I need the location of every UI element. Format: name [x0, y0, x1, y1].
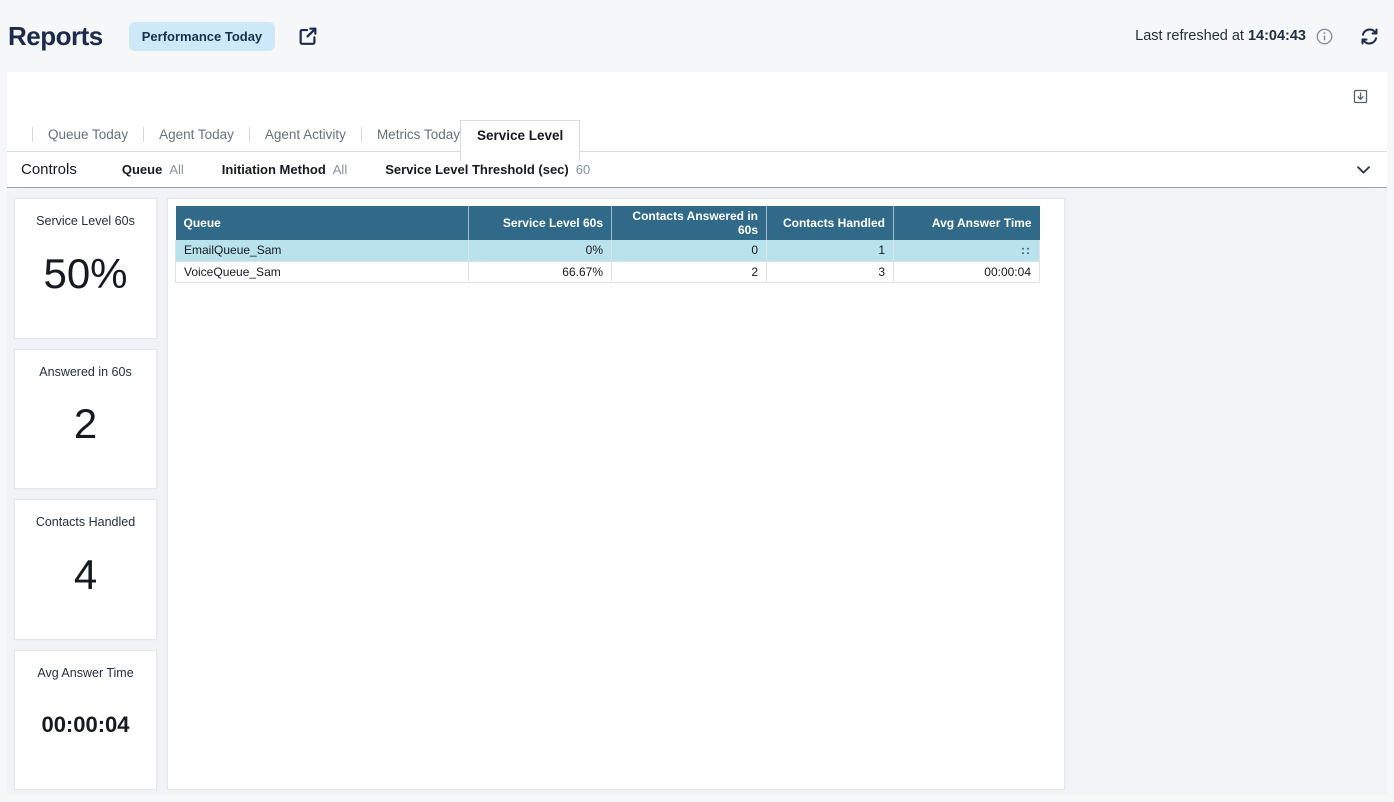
open-in-new-window-button[interactable] — [297, 25, 319, 47]
column-header-avg-answer-time[interactable]: Avg Answer Time — [894, 206, 1040, 240]
tab-label: Agent Activity — [265, 127, 346, 142]
cell-avg-answer-time: 00:00:04 — [894, 261, 1040, 282]
column-header-contacts-handled[interactable]: Contacts Handled — [767, 206, 894, 240]
chevron-down-icon — [1354, 160, 1373, 179]
cell-contacts-handled: 3 — [767, 261, 894, 282]
service-level-table: Queue Service Level 60s Contacts Answere… — [175, 206, 1040, 283]
cell-contacts-answered: 0 — [612, 240, 767, 261]
refresh-icon — [1359, 26, 1380, 47]
filter-label: Queue — [122, 162, 162, 177]
cell-avg-answer-time: :: — [894, 240, 1040, 261]
tab-agent-today[interactable]: Agent Today — [128, 120, 234, 151]
last-refreshed-time: 14:04:43 — [1248, 28, 1306, 44]
tab-service-level[interactable]: Service Level — [460, 120, 580, 161]
filter-value: All — [333, 162, 347, 177]
tab-label: Agent Today — [159, 127, 234, 142]
report-content-card: Queue Today Agent Today Agent Activity M… — [7, 72, 1387, 794]
table-header: Queue Service Level 60s Contacts Answere… — [176, 206, 1040, 240]
kpi-column: Service Level 60s 50% Answered in 60s 2 … — [14, 198, 157, 790]
tab-label: Queue Today — [48, 127, 128, 142]
dashboard-area: Service Level 60s 50% Answered in 60s 2 … — [7, 188, 1387, 794]
kpi-value: 50% — [43, 250, 127, 298]
tab-label: Metrics Today — [377, 127, 460, 142]
kpi-title: Avg Answer Time — [37, 666, 133, 680]
kpi-title: Answered in 60s — [39, 365, 131, 379]
filter-service-level-threshold[interactable]: Service Level Threshold (sec) 60 — [385, 162, 590, 177]
report-type-badge: Performance Today — [129, 22, 275, 51]
kpi-card-contacts-handled: Contacts Handled 4 — [14, 499, 157, 640]
column-header-service-level[interactable]: Service Level 60s — [469, 206, 612, 240]
cell-service-level: 0% — [469, 240, 612, 261]
info-icon — [1316, 28, 1333, 45]
table-row[interactable]: VoiceQueue_Sam 66.67% 2 3 00:00:04 — [176, 261, 1040, 282]
filter-value: 60 — [576, 162, 590, 177]
cell-service-level: 66.67% — [469, 261, 612, 282]
top-header: Reports Performance Today Last refreshed… — [0, 0, 1394, 72]
page-title: Reports — [8, 21, 103, 52]
kpi-card-service-level: Service Level 60s 50% — [14, 198, 157, 339]
service-level-table-panel: Queue Service Level 60s Contacts Answere… — [167, 198, 1065, 790]
cell-contacts-answered: 2 — [612, 261, 767, 282]
kpi-value: 4 — [74, 551, 97, 599]
tab-queue-today[interactable]: Queue Today — [17, 120, 128, 151]
utility-row — [7, 72, 1387, 120]
tab-separator — [249, 127, 250, 142]
refresh-info-button[interactable] — [1316, 28, 1333, 45]
filter-initiation-method[interactable]: Initiation Method All — [222, 162, 347, 177]
last-refreshed-area: Last refreshed at 14:04:43 — [1135, 26, 1380, 47]
column-header-contacts-answered[interactable]: Contacts Answered in 60s — [612, 206, 767, 240]
kpi-title: Contacts Handled — [36, 515, 135, 529]
kpi-card-avg-answer-time: Avg Answer Time 00:00:04 — [14, 650, 157, 791]
tab-metrics-today[interactable]: Metrics Today — [346, 120, 460, 151]
kpi-value: 2 — [74, 400, 97, 448]
filter-label: Service Level Threshold (sec) — [385, 162, 569, 177]
tab-agent-activity[interactable]: Agent Activity — [234, 120, 346, 151]
tab-label: Service Level — [477, 128, 563, 143]
tab-separator — [143, 127, 144, 142]
table-row[interactable]: EmailQueue_Sam 0% 0 1 :: — [176, 240, 1040, 261]
controls-row: Controls Queue All Initiation Method All… — [7, 152, 1387, 188]
kpi-card-answered-in-60s: Answered in 60s 2 — [14, 349, 157, 490]
cell-contacts-handled: 1 — [767, 240, 894, 261]
report-tab-bar: Queue Today Agent Today Agent Activity M… — [7, 120, 1387, 152]
refresh-button[interactable] — [1359, 26, 1380, 47]
filter-queue[interactable]: Queue All — [122, 162, 184, 177]
tab-separator — [361, 127, 362, 142]
filter-label: Initiation Method — [222, 162, 326, 177]
kpi-value: 00:00:04 — [41, 712, 129, 738]
external-link-icon — [297, 25, 319, 47]
filter-value: All — [169, 162, 183, 177]
download-icon — [1352, 88, 1369, 105]
cell-queue-name: VoiceQueue_Sam — [176, 261, 469, 282]
collapse-controls-button[interactable] — [1354, 160, 1373, 179]
column-header-queue[interactable]: Queue — [176, 206, 469, 240]
last-refreshed-label: Last refreshed at — [1135, 28, 1244, 44]
download-button[interactable] — [1352, 88, 1369, 105]
controls-title: Controls — [21, 161, 77, 178]
cell-queue-name: EmailQueue_Sam — [176, 240, 469, 261]
kpi-title: Service Level 60s — [36, 214, 135, 228]
tab-separator — [32, 127, 33, 142]
